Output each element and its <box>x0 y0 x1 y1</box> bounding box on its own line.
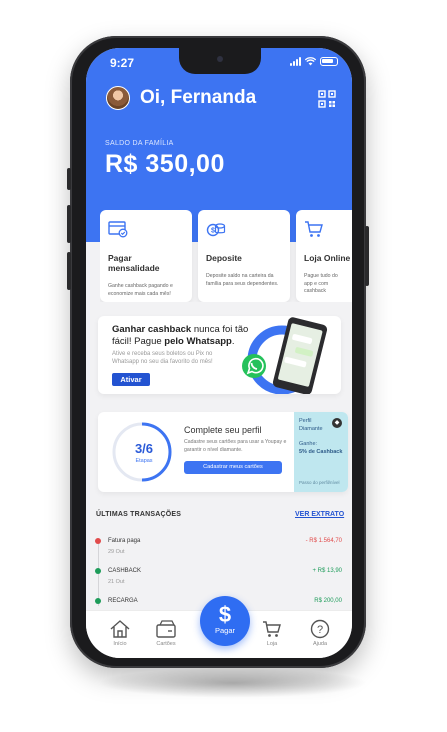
nav-label: Cartões <box>156 641 176 647</box>
gain-value: 5% de Cashback <box>299 448 343 455</box>
promo-subtitle: Ative e receba seus boletos ou Pix no Wh… <box>112 351 213 365</box>
transaction-name: CASHBACK <box>108 568 142 574</box>
nav-cards[interactable]: Cartões <box>146 619 186 647</box>
greeting: Oi, Fernanda <box>140 87 257 108</box>
coins-icon: $ <box>206 223 226 237</box>
transaction-amount: + R$ 13,90 <box>312 568 342 574</box>
invoice-icon <box>108 221 128 238</box>
balance-value: R$ 350,00 <box>105 150 225 178</box>
card-title: Loja Online <box>304 253 351 263</box>
tier-name: Diamante <box>299 425 323 432</box>
card-desc: Ganhe cashback pagando e economize mais … <box>108 283 173 297</box>
progress-value: 3/6 <box>134 441 154 456</box>
card-pay-tuition[interactable]: Pagar mensalidade Ganhe cashback pagando… <box>100 210 192 302</box>
status-dot <box>95 538 101 544</box>
nav-help[interactable]: ? Ajuda <box>300 619 340 647</box>
promo-headline: Ganhar cashback nunca foi tão fácil! Pag… <box>112 324 249 347</box>
phone-volume-up <box>67 205 71 243</box>
cart-icon <box>263 621 281 637</box>
balance-label: SALDO DA FAMÍLIA <box>105 140 174 147</box>
tier-label: Perfil <box>299 418 312 424</box>
next-step-label: Passo do perfil/nível <box>299 480 340 485</box>
qr-code-icon[interactable] <box>318 90 336 108</box>
profile-title: Complete seu perfil <box>184 425 262 435</box>
view-statement-link[interactable]: VER EXTRATO <box>295 511 344 518</box>
home-icon <box>110 620 130 638</box>
register-cards-button[interactable]: Cadastrar meus cartões <box>184 461 282 474</box>
status-dot <box>95 598 101 604</box>
phone-volume-down <box>67 252 71 290</box>
wallet-icon <box>156 620 176 638</box>
card-online-store[interactable]: Loja Online Pague tudo do app e com cash… <box>296 210 352 302</box>
notch <box>179 48 261 74</box>
transaction-date: 21 Out <box>108 579 125 585</box>
activate-button[interactable]: Ativar <box>112 373 150 386</box>
transaction-name: Fatura paga <box>108 538 141 544</box>
profile-desc: Cadastre seus cartões para usar a Youpay… <box>184 439 287 453</box>
transaction-name: RECARGA <box>108 598 138 604</box>
dollar-icon: $ <box>218 602 232 627</box>
phone-shadow <box>98 668 368 698</box>
phone-screen: 9:27 Oi, Fernanda SALDO DA FAMÍLIA R$ 35… <box>86 48 352 658</box>
status-time: 9:27 <box>110 56 135 70</box>
profile-card: 3/6 Etapas Complete seu perfil Cadastre … <box>98 412 348 492</box>
transaction-date: 29 Out <box>108 549 125 555</box>
nav-label: Ajuda <box>312 641 328 647</box>
avatar[interactable] <box>106 86 130 110</box>
help-icon: ? <box>310 619 330 639</box>
transaction-row[interactable]: Fatura paga 29 Out - R$ 1.564,70 <box>86 536 352 560</box>
diamond-icon: ◆ <box>332 418 342 428</box>
diamond-tier-panel: Perfil Diamante Ganhe: 5% de Cashback Pass… <box>294 412 348 492</box>
progress-label: Etapas <box>135 458 153 464</box>
svg-text:?: ? <box>317 624 323 636</box>
card-title: Pagar mensalidade <box>108 253 160 273</box>
card-deposit[interactable]: $ Deposite Deposite saldo na carteira da… <box>198 210 290 302</box>
camera-icon <box>217 56 223 62</box>
action-cards: Pagar mensalidade Ganhe cashback pagando… <box>100 210 352 302</box>
battery-icon <box>320 57 338 66</box>
card-desc: Pague tudo do app e com cashback <box>304 273 338 294</box>
card-desc: Deposite saldo na carteira da família pa… <box>206 273 279 287</box>
phone-mute-button <box>67 168 71 190</box>
transactions-title: ÚLTIMAS TRANSAÇÕES <box>96 511 182 518</box>
phone-power-button <box>365 226 369 286</box>
pay-button[interactable]: $ Pagar <box>200 596 250 646</box>
wifi-icon <box>305 57 316 66</box>
stage: 9:27 Oi, Fernanda SALDO DA FAMÍLIA R$ 35… <box>0 0 447 732</box>
nav-label: Início <box>113 641 127 647</box>
cart-icon <box>305 221 323 237</box>
svg-text:$: $ <box>211 228 215 235</box>
card-title: Deposite <box>206 253 242 263</box>
transaction-amount: - R$ 1.564,70 <box>305 538 342 544</box>
nav-store[interactable]: Loja <box>252 619 292 647</box>
nav-label: Loja <box>266 641 278 647</box>
pay-label: Pagar <box>214 626 235 635</box>
whatsapp-promo: Ganhar cashback nunca foi tão fácil! Pag… <box>98 316 341 394</box>
transaction-row[interactable]: CASHBACK 21 Out + R$ 13,90 <box>86 566 352 590</box>
status-icons <box>290 57 338 66</box>
signal-icon <box>290 57 301 66</box>
nav-home[interactable]: Início <box>100 619 140 647</box>
gain-label: Ganhe: <box>299 441 318 447</box>
whatsapp-phone-illustration <box>242 317 328 394</box>
transaction-amount: R$ 200,00 <box>314 598 342 604</box>
status-dot <box>95 568 101 574</box>
